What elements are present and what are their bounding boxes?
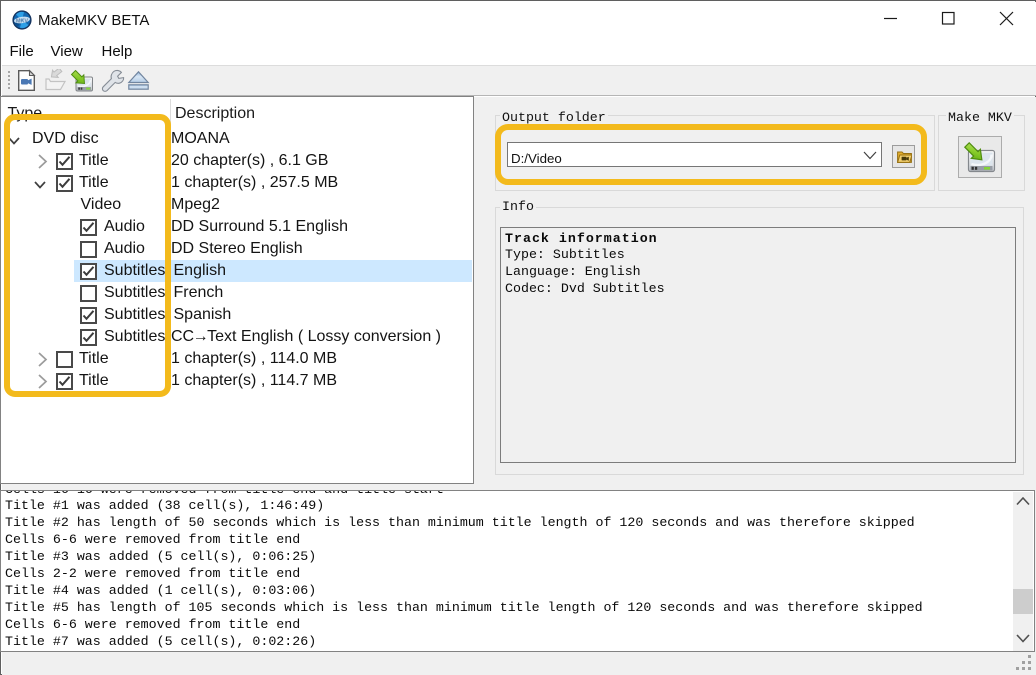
svg-text:MKV: MKV	[16, 18, 29, 24]
